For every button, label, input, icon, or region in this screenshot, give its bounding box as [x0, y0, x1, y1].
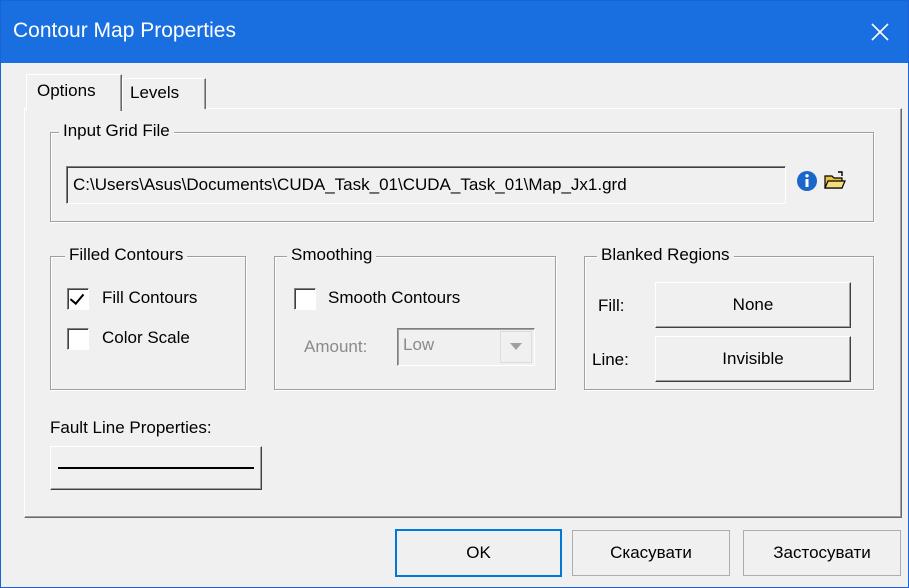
color-scale-label[interactable]: Color Scale	[102, 328, 190, 348]
open-folder-icon	[824, 171, 846, 189]
open-file-button[interactable]	[823, 169, 847, 193]
grid-file-path-field[interactable]: C:\Users\Asus\Documents\CUDA_Task_01\CUD…	[66, 166, 786, 204]
fault-line-label: Fault Line Properties:	[50, 418, 212, 437]
amount-label: Amount:	[304, 337, 368, 356]
tab-levels[interactable]: Levels	[122, 78, 206, 109]
amount-select-value: Low	[403, 335, 435, 354]
fill-contours-label[interactable]: Fill Contours	[102, 288, 197, 308]
filled-contours-group: Filled Contours	[50, 245, 246, 390]
blanked-fill-label: Fill:	[598, 296, 625, 315]
blanked-fill-button[interactable]: None	[655, 282, 851, 328]
ok-button[interactable]: OK	[395, 529, 562, 577]
blanked-line-value: Invisible	[722, 349, 784, 368]
close-icon	[871, 23, 889, 41]
input-grid-legend: Input Grid File	[59, 121, 174, 141]
smoothing-legend: Smoothing	[287, 245, 377, 265]
cancel-label: Скасувати	[610, 543, 692, 562]
filled-contours-legend: Filled Contours	[65, 245, 188, 265]
grid-file-path-text: C:\Users\Asus\Documents\CUDA_Task_01\CUD…	[73, 175, 627, 194]
window-title: Contour Map Properties	[13, 19, 236, 42]
blanked-line-label: Line:	[592, 350, 629, 369]
tab-options-label: Options	[37, 81, 96, 100]
amount-select[interactable]: Low	[397, 328, 535, 366]
amount-dropdown-button[interactable]	[500, 331, 532, 363]
apply-button[interactable]: Застосувати	[743, 530, 901, 576]
line-style-preview-icon	[58, 467, 254, 469]
fault-line-button[interactable]	[50, 446, 262, 490]
fill-contours-checkbox[interactable]	[67, 288, 89, 310]
tab-options[interactable]: Options	[26, 74, 122, 111]
blanked-line-button[interactable]: Invisible	[655, 336, 851, 382]
apply-label: Застосувати	[773, 543, 871, 562]
smooth-contours-label[interactable]: Smooth Contours	[328, 288, 460, 308]
smoothing-group: Smoothing	[274, 245, 556, 390]
cancel-button[interactable]: Скасувати	[572, 530, 730, 576]
blanked-regions-legend: Blanked Regions	[597, 245, 734, 265]
close-button[interactable]	[852, 1, 908, 63]
tab-levels-label: Levels	[130, 83, 180, 102]
smooth-contours-checkbox[interactable]	[294, 288, 316, 310]
info-icon	[797, 171, 817, 191]
ok-label: OK	[466, 543, 491, 562]
title-bar[interactable]: Contour Map Properties	[1, 1, 908, 63]
blanked-fill-value: None	[732, 295, 774, 314]
chevron-down-icon	[510, 343, 522, 350]
info-button[interactable]	[795, 169, 819, 193]
color-scale-checkbox[interactable]	[67, 328, 89, 350]
